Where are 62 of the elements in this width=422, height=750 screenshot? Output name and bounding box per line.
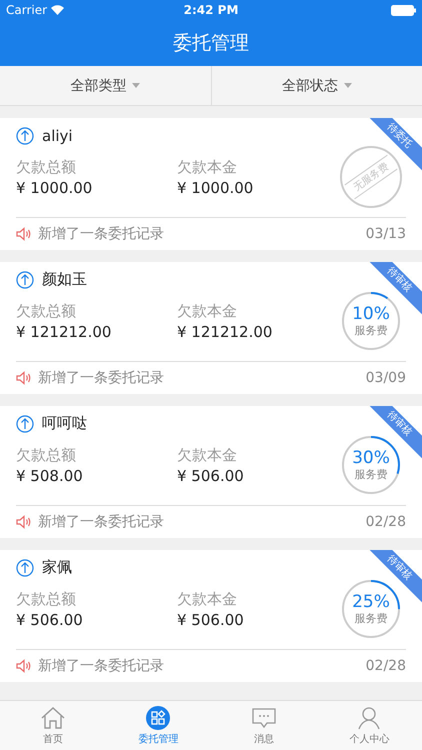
record-note: 新增了一条委托记录 [38,368,165,387]
entrust-card[interactable]: 待审核 颜如玉 欠款总额 ¥ 121212.00 欠款本金 ¥ 121212.00 10% 服务费 新增了一条委托记录 03/09 [0,262,422,394]
record-date: 02/28 [366,658,406,674]
speaker-icon [16,226,32,241]
entrust-card[interactable]: 待审核 家佩 欠款总额 ¥ 506.00 欠款本金 ¥ 506.00 25% 服务费 新增了一条委托记录 02/28 [0,550,422,682]
carrier-label: Carrier [6,3,48,17]
progress-ring [340,434,402,496]
total-label: 欠款总额 [16,302,77,321]
record-note: 新增了一条委托记录 [38,224,165,243]
speaker-icon [16,370,32,385]
speaker-icon [16,658,32,673]
fee-label: 服务费 [354,466,388,482]
principal-amount: ¥ 506.00 [177,466,245,485]
total-amount: ¥ 1000.00 [16,178,94,197]
battery-icon [391,4,416,16]
fee-percent: 30% [352,448,390,467]
tab-bar-item[interactable]: 消息 [211,701,316,750]
total-amount: ¥ 508.00 [16,466,84,485]
fee-percent: 25% [352,592,390,611]
debtor-name: 颜如玉 [42,270,87,290]
principal-amount: ¥ 1000.00 [177,178,254,197]
entrust-card[interactable]: 待审核 呵呵哒 欠款总额 ¥ 508.00 欠款本金 ¥ 506.00 30% 服务费 新增了一条委托记录 02/28 [0,406,422,538]
tab-bar-item[interactable]: 个人中心 [316,701,422,750]
fee-label: 服务费 [354,322,388,338]
caret-icon [132,83,140,88]
status-time: 2:42 PM [184,3,238,17]
record-note: 新增了一条委托记录 [38,656,165,675]
fee-label: 服务费 [354,610,388,626]
chat-icon [250,706,277,730]
fee-percent: 10% [352,304,390,323]
grid-icon [146,706,170,730]
record-date: 03/13 [366,226,406,242]
home-icon [40,706,66,730]
principal-label: 欠款本金 [177,158,238,177]
wifi-icon [51,5,64,15]
record-date: 03/09 [366,370,406,386]
total-amount: ¥ 121212.00 [16,322,112,341]
page-title: 委托管理 [173,31,249,56]
record-date: 02/28 [366,514,406,530]
progress-ring [340,578,402,640]
principal-amount: ¥ 121212.00 [177,322,274,341]
tab-bar-item[interactable]: 委托管理 [106,701,211,750]
speaker-icon [16,514,32,529]
record-note: 新增了一条委托记录 [38,512,165,531]
debtor-name: 呵呵哒 [42,414,87,434]
total-label: 欠款总额 [16,590,77,609]
filter-dropdown[interactable]: 全部类型 [0,66,210,105]
total-amount: ¥ 506.00 [16,610,84,629]
progress-ring [340,290,402,352]
filter-dropdown[interactable]: 全部状态 [210,66,422,105]
user-icon [356,706,382,730]
tab-bar-item[interactable]: 首页 [0,701,106,750]
debtor-name: 家佩 [42,558,72,578]
principal-label: 欠款本金 [177,446,238,465]
caret-icon [344,83,352,88]
total-label: 欠款总额 [16,158,77,177]
entrust-card[interactable]: 待委托 aliyi 欠款总额 ¥ 1000.00 欠款本金 ¥ 1000.00 无服务费 新增了一条委托记录 03/13 [0,118,422,250]
principal-label: 欠款本金 [177,302,238,321]
principal-amount: ¥ 506.00 [177,610,245,629]
debtor-name: aliyi [42,126,73,145]
total-label: 欠款总额 [16,446,77,465]
principal-label: 欠款本金 [177,590,238,609]
